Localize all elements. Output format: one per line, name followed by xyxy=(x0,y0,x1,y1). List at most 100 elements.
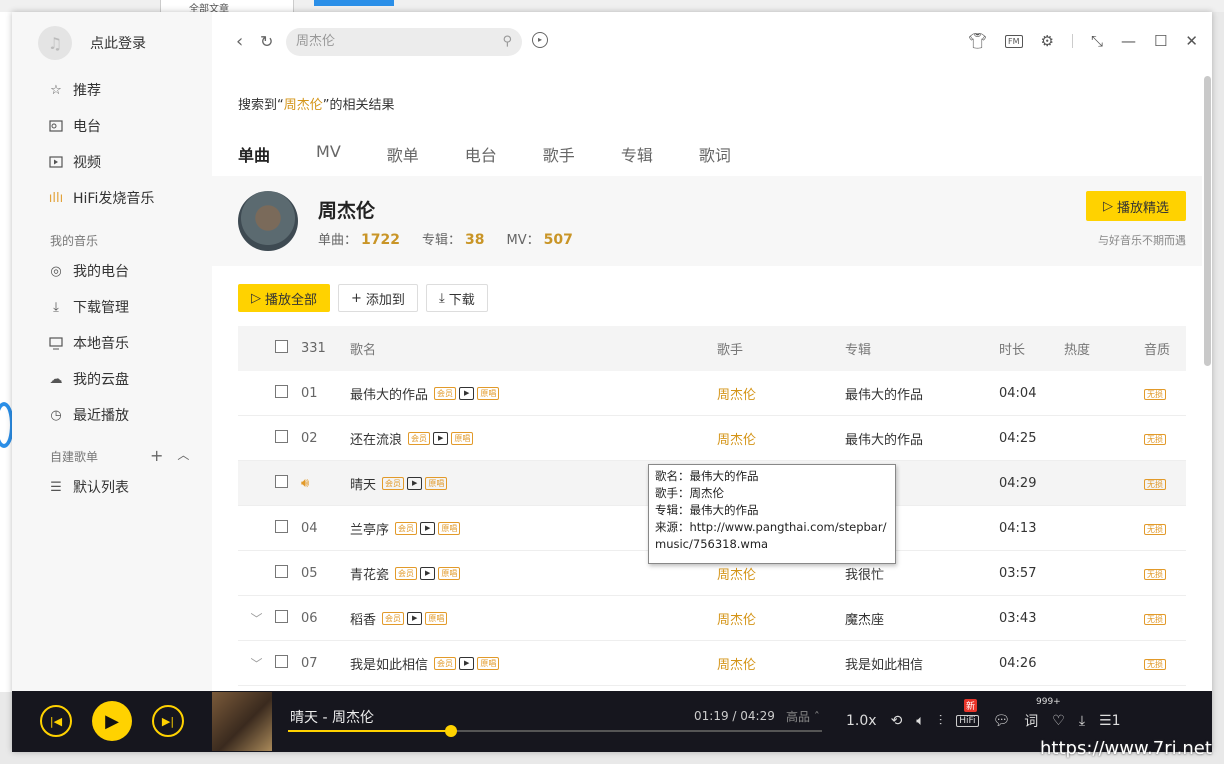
comment-icon[interactable]: 💬︎ xyxy=(993,713,1011,729)
lyric-button[interactable]: 词 xyxy=(1024,711,1038,731)
row-checkbox[interactable] xyxy=(275,429,288,443)
singer-link[interactable]: 周杰伦 xyxy=(717,564,845,583)
like-heart-icon[interactable]: ♡ xyxy=(1052,713,1065,729)
quality-selector[interactable]: 高品 ˆ xyxy=(786,708,820,725)
sidebar-item-default-list[interactable]: ☰ 默认列表 xyxy=(48,477,129,497)
singer-link[interactable]: 周杰伦 xyxy=(717,384,845,403)
sidebar-item-local-music[interactable]: 本地音乐 xyxy=(48,333,129,353)
mv-play-icon[interactable]: ▶ xyxy=(420,521,436,535)
progress-knob[interactable] xyxy=(445,725,458,737)
row-checkbox[interactable] xyxy=(275,654,288,668)
tab-playlists[interactable]: 歌单 xyxy=(387,142,419,166)
row-checkbox[interactable] xyxy=(275,474,288,488)
table-row[interactable]: ﹀ 06 稻香 会员 ▶ 原唱 周杰伦 魔杰座 03:43 无损 xyxy=(238,596,1186,641)
fm-icon[interactable]: FM xyxy=(1004,34,1023,48)
tab-radio[interactable]: 电台 xyxy=(465,142,497,166)
play-picks-button[interactable]: ▷ 播放精选 xyxy=(1086,191,1186,221)
tab-singles[interactable]: 单曲 xyxy=(238,142,270,180)
close-icon[interactable]: ✕ xyxy=(1185,32,1198,50)
mini-mode-icon[interactable]: ⤡ xyxy=(1091,32,1103,50)
song-name[interactable]: 稻香 xyxy=(350,609,376,628)
mv-play-icon[interactable]: ▶ xyxy=(407,476,423,490)
tab-singers[interactable]: 歌手 xyxy=(543,142,575,166)
chevron-up-icon[interactable]: ︿ xyxy=(177,446,189,465)
speed-button[interactable]: 1.0x xyxy=(846,713,877,729)
skin-shirt-icon[interactable]: 👕︎ xyxy=(968,32,987,50)
singer-link[interactable]: 周杰伦 xyxy=(717,609,845,628)
row-checkbox[interactable] xyxy=(275,519,288,533)
song-name[interactable]: 晴天 xyxy=(350,474,376,493)
mv-play-icon[interactable]: ▶ xyxy=(459,656,475,670)
singer-link[interactable]: 周杰伦 xyxy=(717,429,845,448)
tab-albums[interactable]: 专辑 xyxy=(621,142,653,166)
album-link[interactable]: 最伟大的作品 xyxy=(845,429,999,448)
song-name[interactable]: 我是如此相信 xyxy=(350,654,428,673)
login-link[interactable]: 点此登录 xyxy=(90,33,146,53)
equalizer-icon[interactable]: ⫶ xyxy=(939,713,943,729)
back-arrow-icon[interactable]: ‹ xyxy=(236,31,243,52)
minimize-icon[interactable]: — xyxy=(1121,32,1136,50)
artist-photo[interactable] xyxy=(238,191,298,251)
volume-icon[interactable]: 🔈︎ xyxy=(916,713,924,729)
sidebar-item-recent[interactable]: ◷ 最近播放 xyxy=(48,405,129,425)
maximize-icon[interactable]: ☐ xyxy=(1154,32,1167,50)
settings-icon[interactable]: ⚙ xyxy=(1041,32,1054,50)
search-input[interactable]: 周杰伦 ⚲ xyxy=(286,28,522,56)
chevron-down-icon[interactable]: ﹀ xyxy=(250,657,262,671)
sidebar-item-downloads[interactable]: ⤓ 下载管理 xyxy=(48,297,129,317)
play-all-button[interactable]: ▷ 播放全部 xyxy=(238,284,331,312)
download-button[interactable]: ⤓ 下载 xyxy=(425,284,488,312)
now-playing-title[interactable]: 晴天 - 周杰伦 xyxy=(290,707,374,727)
plus-icon[interactable]: + xyxy=(150,446,163,465)
loop-mode-icon[interactable]: ⟲ xyxy=(891,713,903,729)
mv-play-icon[interactable]: ▶ xyxy=(420,566,436,580)
new-badge: 新 xyxy=(964,699,978,712)
login-area[interactable]: ♫ 点此登录 xyxy=(38,26,146,60)
scrollbar-thumb[interactable] xyxy=(1204,76,1211,366)
chevron-down-icon[interactable]: ﹀ xyxy=(250,612,262,626)
artist-name[interactable]: 周杰伦 xyxy=(318,196,375,223)
add-to-button[interactable]: + 添加到 xyxy=(338,284,418,312)
search-icon[interactable]: ⚲ xyxy=(502,28,512,56)
player-bar: |◀ ▶ ▶| 晴天 - 周杰伦 01:19 / 04:29 高品 ˆ 1.0x… xyxy=(12,691,1212,752)
album-link[interactable]: 我是如此相信 xyxy=(845,654,999,673)
progress-bar[interactable] xyxy=(288,725,822,737)
album-link[interactable]: 最伟大的作品 xyxy=(845,384,999,403)
main-scrollbar[interactable] xyxy=(1202,72,1212,691)
mv-play-icon[interactable]: ▶ xyxy=(407,611,423,625)
table-row[interactable]: ﹀ 07 我是如此相信 会员 ▶ 原唱 周杰伦 我是如此相信 04:26 无损 xyxy=(238,641,1186,686)
hifi-button[interactable]: HiFi xyxy=(956,715,979,727)
row-checkbox[interactable] xyxy=(275,384,288,398)
sidebar-item-radio[interactable]: 电台 xyxy=(48,116,101,136)
song-name[interactable]: 青花瓷 xyxy=(350,564,389,583)
sidebar-item-video[interactable]: 视频 xyxy=(48,152,101,172)
listen-recognize-icon[interactable]: ▸ xyxy=(532,32,548,48)
avatar[interactable]: ♫ xyxy=(38,26,72,60)
mv-play-icon[interactable]: ▶ xyxy=(459,386,475,400)
playlist-button[interactable]: ☰1 xyxy=(1099,713,1120,729)
sidebar-item-my-radio[interactable]: ◎ 我的电台 xyxy=(48,261,129,281)
mv-play-icon[interactable]: ▶ xyxy=(433,431,449,445)
singer-link[interactable]: 周杰伦 xyxy=(717,654,845,673)
row-checkbox[interactable] xyxy=(275,564,288,578)
previous-track-button[interactable]: |◀ xyxy=(40,705,72,737)
select-all-checkbox[interactable] xyxy=(275,340,288,353)
row-checkbox[interactable] xyxy=(275,609,288,623)
table-row[interactable]: 01 最伟大的作品 会员 ▶ 原唱 周杰伦 最伟大的作品 04:04 无损 xyxy=(238,371,1186,416)
album-link[interactable]: 我很忙 xyxy=(845,564,999,583)
album-cover[interactable] xyxy=(212,692,272,751)
next-track-button[interactable]: ▶| xyxy=(152,705,184,737)
album-link[interactable]: 魔杰座 xyxy=(845,609,999,628)
table-row[interactable]: 02 还在流浪 会员 ▶ 原唱 周杰伦 最伟大的作品 04:25 无损 xyxy=(238,416,1186,461)
tab-mv[interactable]: MV xyxy=(316,142,341,166)
sidebar-item-cloud[interactable]: ☁ 我的云盘 xyxy=(48,369,130,389)
download-icon[interactable]: ⤓ xyxy=(1079,713,1085,729)
tab-lyrics[interactable]: 歌词 xyxy=(699,142,731,166)
refresh-icon[interactable]: ↻ xyxy=(260,32,273,51)
song-name[interactable]: 最伟大的作品 xyxy=(350,384,428,403)
sidebar-item-recommend[interactable]: ☆ 推荐 xyxy=(48,80,101,100)
play-button[interactable]: ▶ xyxy=(92,701,132,741)
song-name[interactable]: 还在流浪 xyxy=(350,429,402,448)
song-name[interactable]: 兰亭序 xyxy=(350,519,389,538)
sidebar-item-hifi[interactable]: ıllı HiFi发烧音乐 xyxy=(48,188,155,208)
